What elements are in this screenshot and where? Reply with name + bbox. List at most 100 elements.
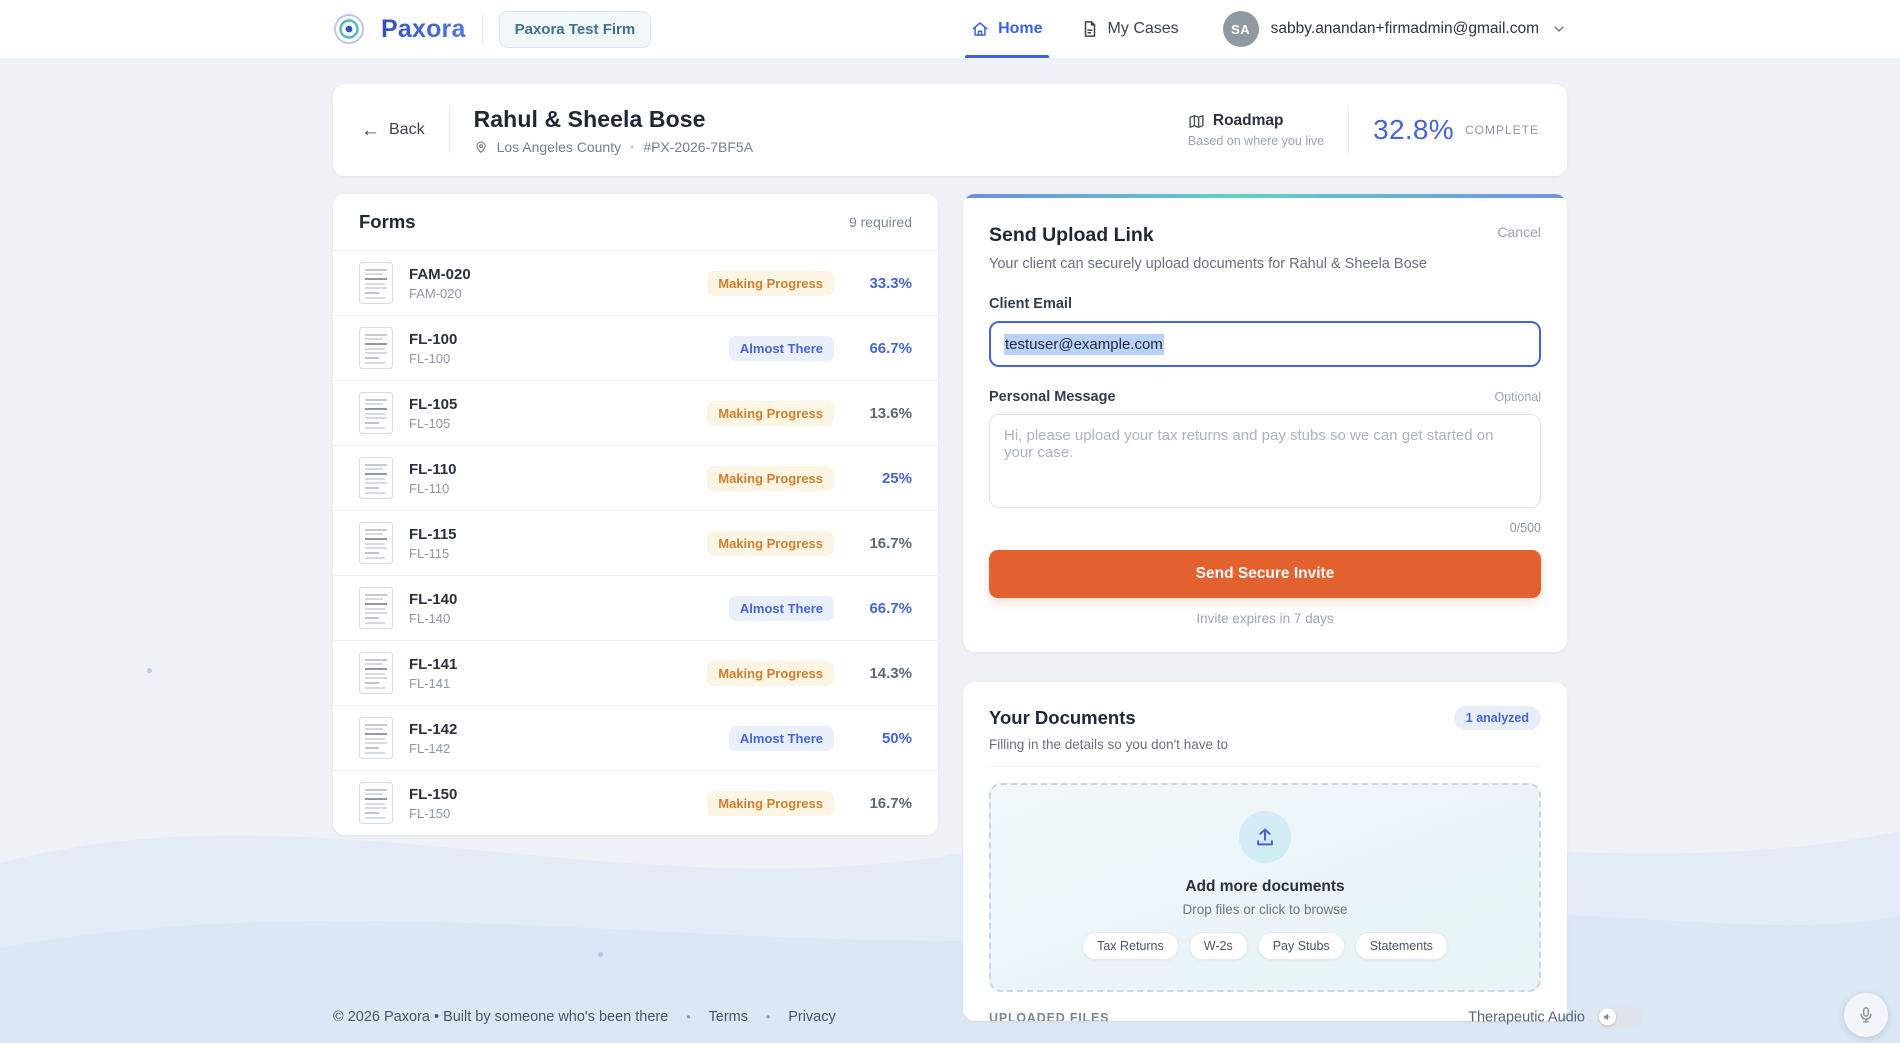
nav-my-cases-label: My Cases xyxy=(1108,20,1179,38)
form-row[interactable]: FL-105 FL-105 Making Progress 13.6% xyxy=(333,380,938,445)
form-status-badge: Making Progress xyxy=(707,661,834,686)
avatar[interactable]: SA xyxy=(1223,11,1259,47)
terms-link[interactable]: Terms xyxy=(709,1009,748,1025)
privacy-link[interactable]: Privacy xyxy=(788,1009,836,1025)
therapeutic-audio-label: Therapeutic Audio xyxy=(1468,1009,1585,1025)
form-name: FL-115 xyxy=(409,526,691,543)
document-type-chip[interactable]: Statements xyxy=(1355,932,1448,960)
progress-percent: 32.8% xyxy=(1373,114,1454,146)
form-name: FAM-020 xyxy=(409,266,691,283)
form-progress-percent: 13.6% xyxy=(850,405,912,422)
form-status-badge: Making Progress xyxy=(707,466,834,491)
map-icon xyxy=(1188,113,1205,130)
form-code: FAM-020 xyxy=(409,286,691,301)
form-progress-percent: 25% xyxy=(850,470,912,487)
copyright-text: © 2026 Paxora • Built by someone who's b… xyxy=(333,1009,668,1025)
form-thumbnail-icon xyxy=(359,522,393,564)
client-email-value: testuser@example.com xyxy=(1004,334,1164,355)
microphone-button[interactable] xyxy=(1844,993,1888,1037)
nav-my-cases[interactable]: My Cases xyxy=(1081,0,1179,58)
form-status-badge: Making Progress xyxy=(707,791,834,816)
form-thumbnail-icon xyxy=(359,392,393,434)
brand-name[interactable]: Paxora xyxy=(381,15,466,44)
form-code: FL-141 xyxy=(409,676,691,691)
form-status-badge: Almost There xyxy=(729,726,834,751)
form-thumbnail-icon xyxy=(359,457,393,499)
nav-home[interactable]: Home xyxy=(971,0,1042,58)
personal-message-textarea[interactable] xyxy=(989,414,1541,508)
document-type-chip[interactable]: Pay Stubs xyxy=(1258,932,1345,960)
character-count: 0/500 xyxy=(989,521,1541,535)
roadmap-button[interactable]: Roadmap xyxy=(1188,112,1324,130)
form-row[interactable]: FL-142 FL-142 Almost There 50% xyxy=(333,705,938,770)
top-navigation: Home My Cases xyxy=(971,0,1179,58)
back-arrow-icon: ← xyxy=(361,121,380,140)
form-row[interactable]: FL-115 FL-115 Making Progress 16.7% xyxy=(333,510,938,575)
upload-panel-title: Send Upload Link xyxy=(989,224,1154,247)
form-code: FL-150 xyxy=(409,806,691,821)
main-content: ← Back Rahul & Sheela Bose Los Angeles C… xyxy=(333,84,1567,1021)
paxora-logo-icon[interactable] xyxy=(333,13,365,45)
location-pin-icon xyxy=(474,140,488,154)
form-thumbnail-icon xyxy=(359,782,393,824)
chevron-down-icon[interactable] xyxy=(1551,21,1567,37)
upload-icon xyxy=(1254,826,1276,848)
back-button[interactable]: ← Back xyxy=(361,121,425,140)
brand-group: Paxora Paxora Test Firm xyxy=(333,11,651,48)
form-name: FL-140 xyxy=(409,591,713,608)
form-code: FL-142 xyxy=(409,741,713,756)
form-row[interactable]: FL-150 FL-150 Making Progress 16.7% xyxy=(333,770,938,835)
divider xyxy=(1348,107,1349,153)
separator-dot: • xyxy=(686,1010,690,1024)
document-icon xyxy=(1081,20,1099,38)
form-code: FL-140 xyxy=(409,611,713,626)
analyzed-badge: 1 analyzed xyxy=(1454,706,1541,730)
form-name: FL-142 xyxy=(409,721,713,738)
form-row[interactable]: FAM-020 FAM-020 Making Progress 33.3% xyxy=(333,251,938,315)
page-footer: © 2026 Paxora • Built by someone who's b… xyxy=(0,991,1900,1043)
microphone-icon xyxy=(1857,1006,1875,1024)
dropzone-subtitle: Drop files or click to browse xyxy=(1001,902,1529,917)
form-status-badge: Almost There xyxy=(729,596,834,621)
form-status-badge: Making Progress xyxy=(707,531,834,556)
form-progress-percent: 66.7% xyxy=(850,600,912,617)
form-name: FL-110 xyxy=(409,461,691,478)
form-row[interactable]: FL-100 FL-100 Almost There 66.7% xyxy=(333,315,938,380)
form-thumbnail-icon xyxy=(359,717,393,759)
top-bar: Paxora Paxora Test Firm Home My Cases SA… xyxy=(0,0,1900,58)
form-thumbnail-icon xyxy=(359,327,393,369)
document-type-chip[interactable]: Tax Returns xyxy=(1082,932,1179,960)
cancel-button[interactable]: Cancel xyxy=(1497,224,1541,240)
form-progress-percent: 14.3% xyxy=(850,665,912,682)
roadmap-label: Roadmap xyxy=(1213,112,1284,130)
form-code: FL-105 xyxy=(409,416,691,431)
divider xyxy=(449,107,450,153)
forms-title: Forms xyxy=(359,211,416,233)
file-dropzone[interactable]: Add more documents Drop files or click t… xyxy=(989,783,1541,992)
document-type-chip[interactable]: W-2s xyxy=(1189,932,1248,960)
decorative-dot xyxy=(147,668,152,673)
case-header-card: ← Back Rahul & Sheela Bose Los Angeles C… xyxy=(333,84,1567,176)
form-row[interactable]: FL-140 FL-140 Almost There 66.7% xyxy=(333,575,938,640)
send-secure-invite-button[interactable]: Send Secure Invite xyxy=(989,550,1541,598)
form-code: FL-100 xyxy=(409,351,713,366)
case-title: Rahul & Sheela Bose xyxy=(474,106,753,133)
invite-expiry-note: Invite expires in 7 days xyxy=(989,611,1541,626)
client-email-input[interactable]: testuser@example.com xyxy=(989,321,1541,367)
form-status-badge: Almost There xyxy=(729,336,834,361)
dropzone-title: Add more documents xyxy=(1001,878,1529,896)
form-status-badge: Making Progress xyxy=(707,271,834,296)
divider xyxy=(482,14,483,44)
back-label: Back xyxy=(389,121,425,139)
therapeutic-audio-toggle[interactable] xyxy=(1597,1007,1643,1028)
user-menu[interactable]: SA sabby.anandan+firmadmin@gmail.com xyxy=(1223,11,1567,47)
form-code: FL-110 xyxy=(409,481,691,496)
separator-dot: • xyxy=(630,140,634,154)
firm-badge[interactable]: Paxora Test Firm xyxy=(499,11,652,48)
form-thumbnail-icon xyxy=(359,587,393,629)
forms-required-count: 9 required xyxy=(849,214,912,230)
form-row[interactable]: FL-141 FL-141 Making Progress 14.3% xyxy=(333,640,938,705)
form-row[interactable]: FL-110 FL-110 Making Progress 25% xyxy=(333,445,938,510)
form-progress-percent: 16.7% xyxy=(850,535,912,552)
user-email: sabby.anandan+firmadmin@gmail.com xyxy=(1271,20,1539,38)
